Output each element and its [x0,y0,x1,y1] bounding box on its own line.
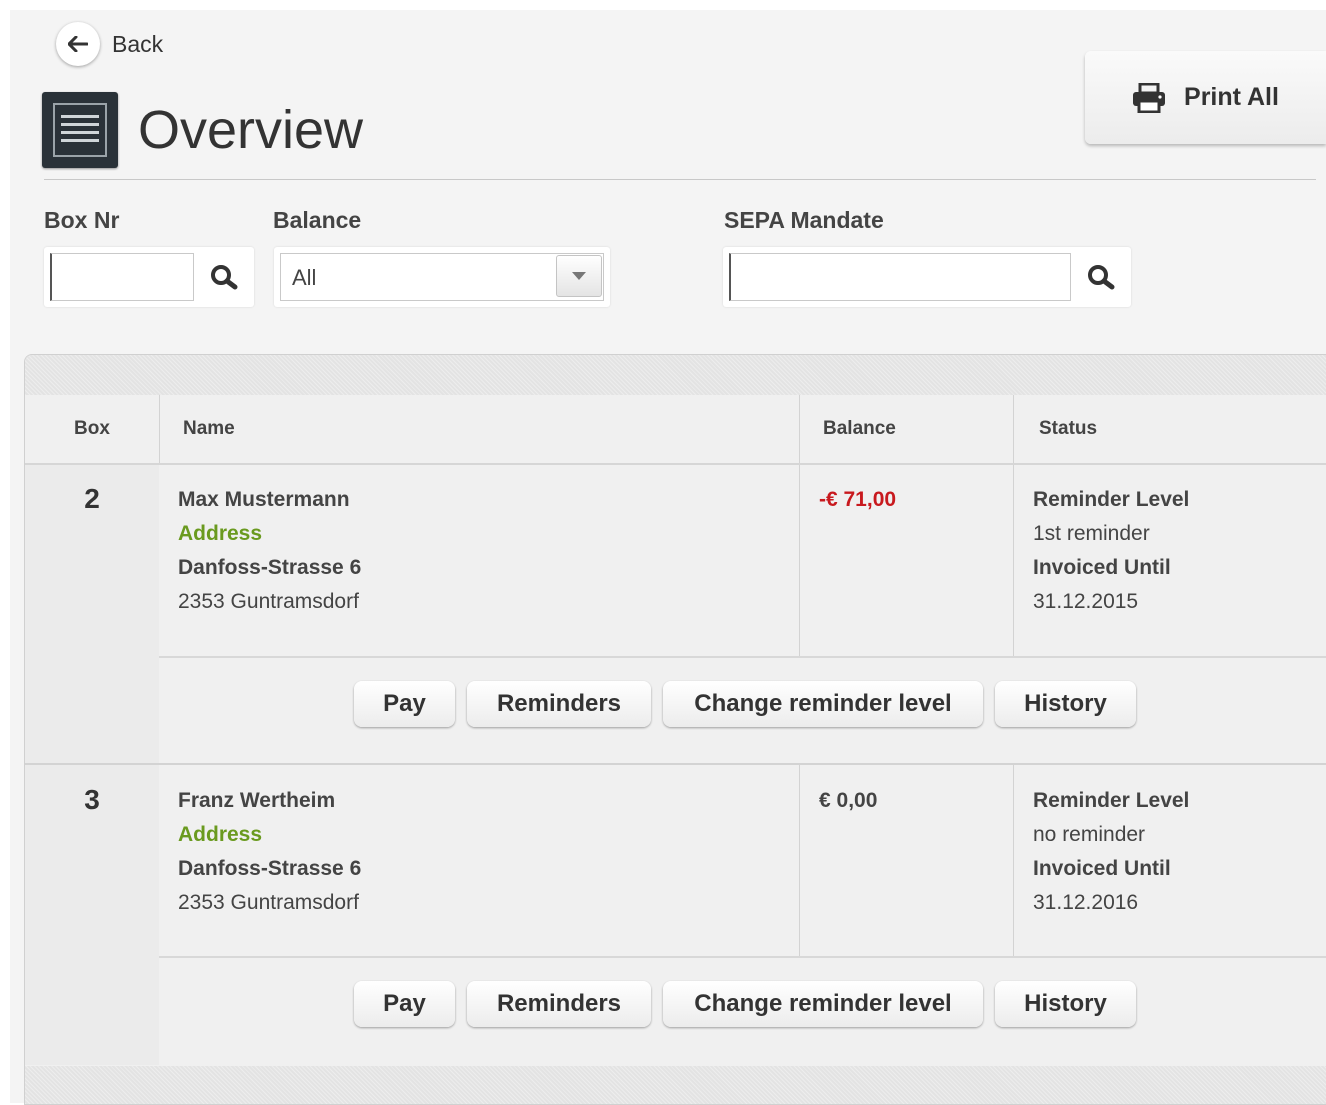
page-header: Overview [42,92,363,168]
search-icon[interactable] [1087,264,1117,290]
row-divider [25,763,1326,765]
change-reminder-level-button[interactable]: Change reminder level [663,981,983,1027]
pay-button[interactable]: Pay [354,981,455,1027]
reminder-level-value: no reminder [1033,823,1146,846]
reminder-level-label: Reminder Level [1033,789,1190,812]
box-nr-label: Box Nr [44,207,120,233]
address-label: Address [178,522,263,545]
balance-value: -€ 71,00 [819,488,897,511]
box-nr-input-wrap [50,253,194,301]
address-city: 2353 Guntramsdorf [178,590,359,613]
address-street: Danfoss-Strasse 6 [178,556,362,579]
balance-label: Balance [273,207,362,233]
box-number: 3 [84,784,100,815]
sepa-mandate-label: SEPA Mandate [724,207,884,233]
column-header-balance[interactable]: Balance [823,395,896,463]
invoiced-until-value: 31.12.2016 [1033,891,1139,914]
invoiced-until-label: Invoiced Until [1033,556,1171,579]
printer-icon [1133,82,1166,113]
header-divider [44,179,1316,180]
table-top-bar [25,355,1326,395]
address-city: 2353 Guntramsdorf [178,891,359,914]
balance-value: € 0,00 [819,789,878,812]
customer-name: Max Mustermann [178,488,350,511]
invoiced-until-value: 31.12.2015 [1033,590,1139,613]
sepa-mandate-filter [723,247,1131,307]
history-button[interactable]: History [995,981,1136,1027]
box-nr-input[interactable] [52,254,193,300]
print-all-button[interactable]: Print All [1085,51,1326,144]
balance-select-value: All [292,265,317,290]
list-icon [42,92,118,168]
name-cell: Franz Wertheim Address Danfoss-Strasse 6… [178,784,361,920]
chevron-down-icon[interactable] [556,255,602,297]
arrow-left-icon [56,22,100,66]
status-cell: Reminder Level no reminder Invoiced Unti… [1033,784,1189,920]
print-all-label: Print All [1184,83,1279,111]
balance-select[interactable]: All [274,247,610,307]
address-label: Address [178,823,263,846]
table-bottom-bar [25,1066,1326,1104]
reminders-button[interactable]: Reminders [467,981,651,1027]
change-reminder-level-button[interactable]: Change reminder level [663,681,983,727]
sepa-mandate-input[interactable] [731,254,1070,300]
column-header-name[interactable]: Name [183,395,235,463]
box-nr-filter [44,247,254,307]
column-header-box[interactable]: Box [25,395,159,463]
status-cell: Reminder Level 1st reminder Invoiced Unt… [1033,483,1189,619]
invoiced-until-label: Invoiced Until [1033,857,1171,880]
box-number: 2 [84,483,100,514]
back-label: Back [112,30,164,57]
pay-button[interactable]: Pay [354,681,455,727]
reminder-level-label: Reminder Level [1033,488,1190,511]
row-inner-divider [159,656,1326,658]
sepa-input-wrap [729,253,1071,301]
table-header: Box Name Balance Status [25,395,1326,465]
name-cell: Max Mustermann Address Danfoss-Strasse 6… [178,483,361,619]
address-street: Danfoss-Strasse 6 [178,857,362,880]
customer-name: Franz Wertheim [178,789,336,812]
history-button[interactable]: History [995,681,1136,727]
back-button[interactable]: Back [56,22,163,66]
accounts-table: Box Name Balance Status 2 Max Mustermann… [24,354,1326,1105]
reminders-button[interactable]: Reminders [467,681,651,727]
page-title: Overview [138,100,364,160]
row-inner-divider [159,956,1326,958]
search-icon[interactable] [210,264,240,290]
column-header-status[interactable]: Status [1039,395,1097,463]
reminder-level-value: 1st reminder [1033,522,1150,545]
